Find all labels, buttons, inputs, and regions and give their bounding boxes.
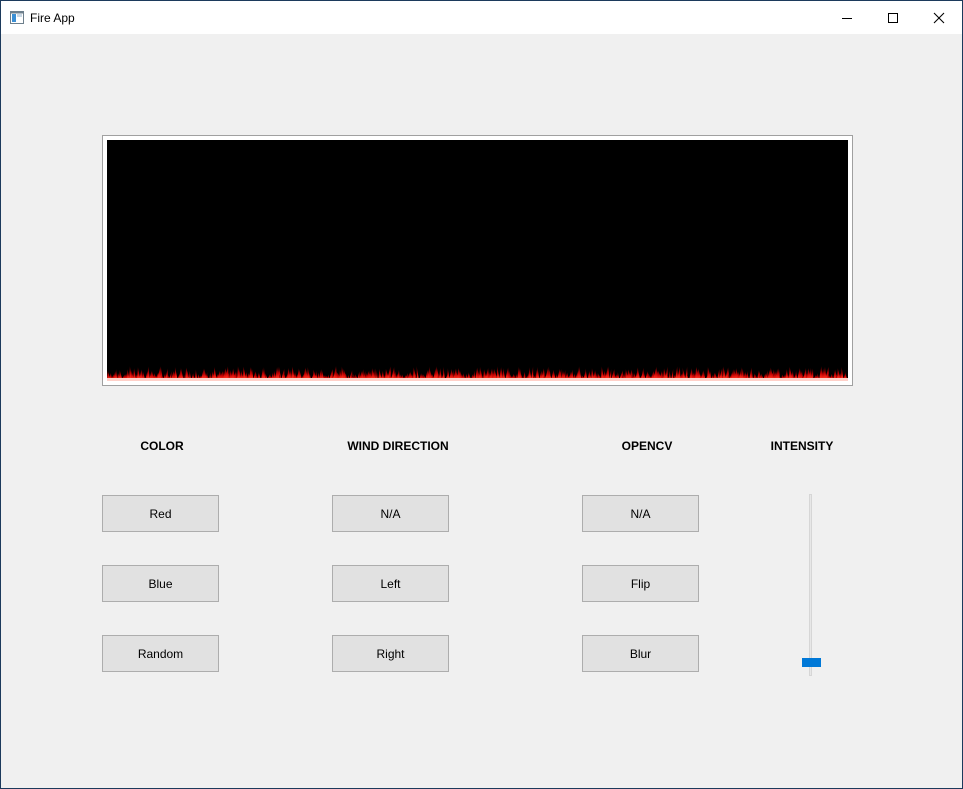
color-red-button[interactable]: Red	[102, 495, 219, 532]
maximize-button[interactable]	[870, 1, 916, 34]
opencv-blur-button[interactable]: Blur	[582, 635, 699, 672]
minimize-button[interactable]	[824, 1, 870, 34]
intensity-slider-thumb[interactable]	[802, 658, 821, 667]
color-section-label: COLOR	[140, 439, 184, 453]
wind-right-button[interactable]: Right	[332, 635, 449, 672]
flame-tongue	[443, 366, 446, 380]
opencv-section-label: OPENCV	[621, 439, 673, 453]
flame-tongue	[531, 366, 534, 380]
flame-tongue	[579, 366, 582, 380]
intensity-slider[interactable]	[801, 494, 821, 676]
minimize-icon	[842, 17, 852, 19]
wind-left-button[interactable]: Left	[332, 565, 449, 602]
close-icon	[933, 12, 945, 23]
close-button[interactable]	[916, 1, 962, 34]
color-blue-button[interactable]: Blue	[102, 565, 219, 602]
color-random-button[interactable]: Random	[102, 635, 219, 672]
flame-base-glow	[107, 378, 848, 381]
flame-tongue	[416, 366, 420, 380]
title-bar[interactable]: Fire App	[1, 1, 962, 34]
fire-canvas	[107, 140, 848, 381]
intensity-slider-track[interactable]	[809, 494, 812, 676]
window-title: Fire App	[30, 11, 75, 25]
maximize-icon	[888, 12, 898, 23]
intensity-section-label: INTENSITY	[770, 439, 834, 453]
app-icon	[10, 11, 24, 24]
fire-display-frame	[102, 135, 853, 386]
app-window: Fire App COLOR WIND DIRECTION OPENCV INT…	[0, 0, 963, 789]
opencv-none-button[interactable]: N/A	[582, 495, 699, 532]
wind-direction-section-label: WIND DIRECTION	[347, 439, 449, 453]
fire-flames	[107, 366, 848, 381]
opencv-flip-button[interactable]: Flip	[582, 565, 699, 602]
wind-none-button[interactable]: N/A	[332, 495, 449, 532]
